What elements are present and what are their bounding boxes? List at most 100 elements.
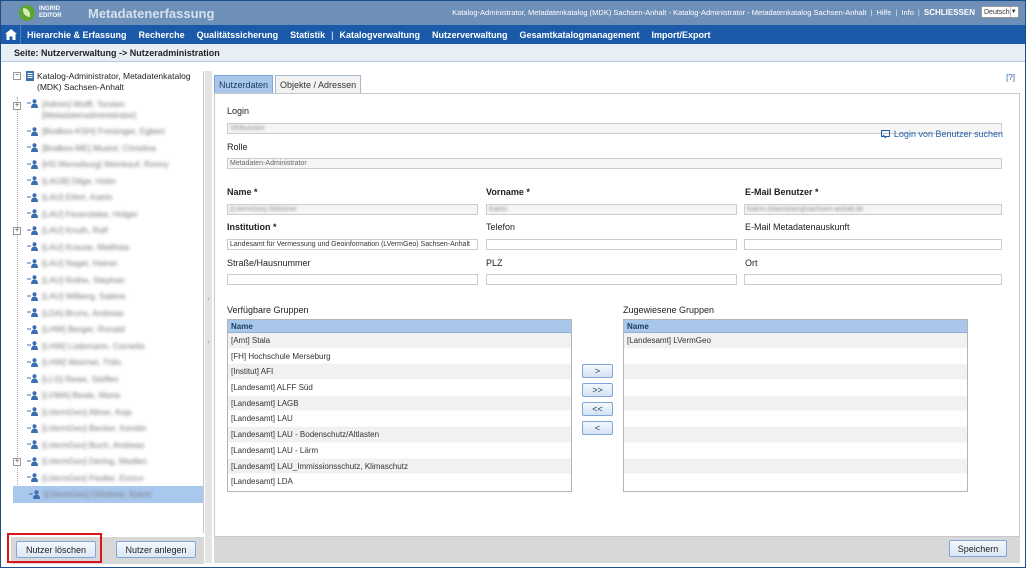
- street-field[interactable]: [227, 274, 478, 285]
- nav-item-global-catalog[interactable]: Gesamtkatalogmanagement: [514, 30, 646, 40]
- user-icon: [29, 489, 41, 499]
- expand-icon[interactable]: +: [13, 458, 21, 466]
- user-icon: [27, 423, 39, 433]
- tree-item-user[interactable]: [LAU] Nagel, Heiner: [11, 255, 203, 272]
- tree-item-label: [LHW] Lüdemann, Cornelia: [42, 340, 145, 351]
- user-icon: [27, 176, 39, 186]
- email-field[interactable]: Katrin.Gloeckner@sachsen-anhalt.de: [744, 204, 1002, 215]
- group-row[interactable]: [Amt] Stala: [228, 333, 571, 349]
- assigned-groups-list[interactable]: Name [Landesamt] LVermGeo: [623, 319, 968, 492]
- tab-objects-addresses[interactable]: Objekte / Adressen: [275, 75, 362, 94]
- home-button[interactable]: [1, 25, 21, 44]
- tree-item-user[interactable]: [LVermGeo] Fiedler, Enrico: [11, 470, 203, 487]
- tree-item-user[interactable]: [LVermGeo] Glöckner, Katrin: [13, 486, 203, 503]
- user-icon: [27, 242, 39, 252]
- nav-item-search[interactable]: Recherche: [133, 30, 191, 40]
- group-row[interactable]: [FH] Hochschule Merseburg: [228, 349, 571, 365]
- info-link[interactable]: Info: [901, 8, 914, 17]
- group-row[interactable]: [Institut] AFI: [228, 364, 571, 381]
- expand-icon[interactable]: +: [13, 227, 21, 235]
- remove-group-button[interactable]: <: [582, 421, 613, 435]
- group-row: [624, 458, 967, 475]
- nav-item-hierarchy[interactable]: Hierarchie & Erfassung: [21, 30, 133, 40]
- user-form: Login VEBuecker Login von Benutzer suche…: [214, 93, 1020, 537]
- nav-item-statistics[interactable]: Statistik: [284, 30, 331, 40]
- tree-item-user[interactable]: [HS Merseburg] Weinkauf, Ronny: [11, 156, 203, 173]
- tree-item-label: [LLG] Rewe, Steffen: [42, 373, 119, 384]
- tree-item-user[interactable]: [Bodkes-ME] Musiol, Christina: [11, 140, 203, 157]
- group-row: [624, 443, 967, 459]
- tree-item-user[interactable]: [LHW] Lüdemann, Cornelia: [11, 338, 203, 355]
- tree-item-user[interactable]: [LHW] Berger, Ronald: [11, 321, 203, 338]
- zip-label: PLZ: [486, 258, 503, 268]
- add-group-button[interactable]: >: [582, 364, 613, 378]
- nav-item-import-export[interactable]: Import/Export: [646, 30, 717, 40]
- add-user-button[interactable]: Nutzer anlegen: [116, 541, 196, 558]
- institution-field[interactable]: Landesamt für Vermessung und Geoinformat…: [227, 239, 478, 250]
- name-field[interactable]: [LVermGeo] Glöckner: [227, 204, 478, 215]
- tree-item-user[interactable]: [LAU] Krause, Matthias: [11, 239, 203, 256]
- nav-item-users[interactable]: Nutzerverwaltung: [426, 30, 514, 40]
- tree-item-user[interactable]: [LAU] Eifert, Katrin: [11, 189, 203, 206]
- group-row[interactable]: [Landesamt] LAU - Bodenschutz/Altlasten: [228, 427, 571, 443]
- tree-item-user[interactable]: [LDA] Bruns, Andreas: [11, 305, 203, 322]
- group-row: [624, 474, 967, 490]
- group-row[interactable]: [Landesamt] LAGB: [228, 395, 571, 412]
- group-row[interactable]: [Landesamt] LVermGeo: [624, 333, 967, 349]
- add-all-groups-button[interactable]: >>: [582, 383, 613, 397]
- tree-item-label: [LHW] Weichel, Thilo: [42, 357, 122, 368]
- help-icon-link[interactable]: [?]: [1006, 73, 1015, 82]
- language-select[interactable]: Deutsch ▼: [981, 6, 1019, 18]
- tree-root[interactable]: − Katalog-Administrator, Metadatenkatalo…: [11, 71, 203, 93]
- tree-item-user[interactable]: [LAGB] Dilge, Holm: [11, 173, 203, 190]
- tree-item-label: [LVermGeo] Buch, Andreas: [42, 439, 145, 450]
- tree-item-user[interactable]: + [LAU] Knuth, Ralf: [11, 222, 203, 239]
- group-row[interactable]: [Landesamt] ALFF Süd: [228, 380, 571, 396]
- meta-email-field[interactable]: [744, 239, 1002, 250]
- zip-field[interactable]: [486, 274, 737, 285]
- help-link[interactable]: Hilfe: [876, 8, 891, 17]
- tree-item-user[interactable]: [LAU] Rothe, Stephan: [11, 272, 203, 289]
- tree-item-user[interactable]: [LVermGeo] Becker, Kerstin: [11, 420, 203, 437]
- tree-item-user[interactable]: [LAU] Feuerstake, Holger: [11, 206, 203, 223]
- group-row[interactable]: [Landesamt] LAU: [228, 411, 571, 428]
- main-panel: [?] Nutzerdaten Objekte / Adressen Login…: [214, 71, 1020, 563]
- phone-field[interactable]: [486, 239, 737, 250]
- nav-item-catalog[interactable]: Katalogverwaltung: [333, 30, 426, 40]
- panel-splitter[interactable]: ‹ ›: [205, 71, 212, 563]
- collapse-icon[interactable]: −: [13, 72, 21, 80]
- highlight-box: [7, 533, 102, 563]
- tree-item-user[interactable]: [LHW] Weichel, Thilo: [11, 354, 203, 371]
- user-icon: [27, 225, 39, 235]
- tree-item-label: [LVermGeo] Fiedler, Enrico: [42, 472, 144, 483]
- firstname-field[interactable]: Katrin: [486, 204, 737, 215]
- save-button[interactable]: Speichern: [949, 540, 1007, 557]
- top-bar: INGRID EDITOR Metadatenerfassung Katalog…: [1, 1, 1025, 25]
- user-icon: [27, 291, 39, 301]
- tree-item-user[interactable]: + [LVermGeo] Dering, Madlen: [11, 453, 203, 470]
- tree-item-user[interactable]: [LAU] Wilberg, Sabine: [11, 288, 203, 305]
- user-icon: [27, 143, 39, 153]
- tree-item-user[interactable]: [Bodkes-KSH] Freisinger, Egbert: [11, 123, 203, 140]
- user-icon: [27, 357, 39, 367]
- tree-item-user[interactable]: [LLG] Rewe, Steffen: [11, 371, 203, 388]
- tree-item-user[interactable]: [LVermGeo] Buch, Andreas: [11, 437, 203, 454]
- remove-all-groups-button[interactable]: <<: [582, 402, 613, 416]
- tree-item-user[interactable]: [LVermGeo] Altner, Anja: [11, 404, 203, 421]
- tree-item-user[interactable]: [LVWA] Beale, Maria: [11, 387, 203, 404]
- group-row[interactable]: [Landesamt] LAU - Lärm: [228, 443, 571, 459]
- available-groups-list[interactable]: Name [Amt] Stala [FH] Hochschule Mersebur…: [227, 319, 572, 492]
- tree-item-user[interactable]: + [Admin] Wolff, Torsten [Metadatenadmini…: [11, 97, 203, 123]
- nav-item-quality[interactable]: Qualitätssicherung: [191, 30, 285, 40]
- expand-icon[interactable]: +: [13, 102, 21, 110]
- splitter-grip[interactable]: ‹ ›: [205, 296, 212, 346]
- tab-user-data[interactable]: Nutzerdaten: [214, 75, 274, 94]
- user-icon: [27, 192, 39, 202]
- separator: |: [895, 7, 898, 17]
- close-link[interactable]: SCHLIESSEN: [924, 8, 975, 17]
- search-login-link[interactable]: Login von Benutzer suchen: [880, 129, 1003, 139]
- city-field[interactable]: [744, 274, 1002, 285]
- user-icon: [27, 341, 39, 351]
- group-row[interactable]: [Landesamt] LAU_Immissionsschutz, Klimas…: [228, 458, 571, 475]
- group-row[interactable]: [Landesamt] LDA: [228, 474, 571, 490]
